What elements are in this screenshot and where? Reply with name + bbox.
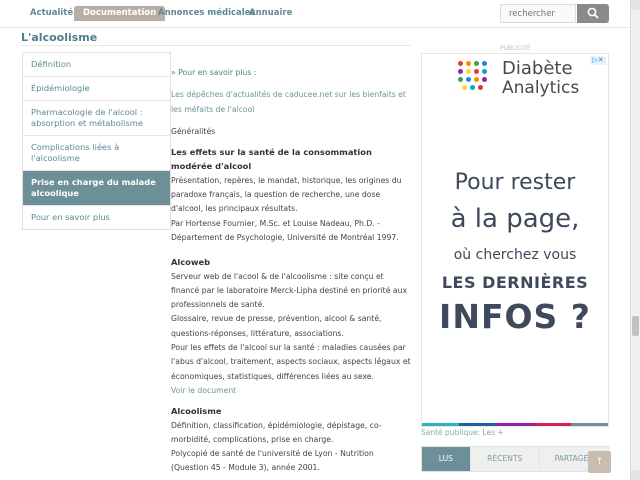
ad-color-stripe <box>422 423 608 426</box>
section-description: Polycopié de santé de l'université de Ly… <box>171 449 374 473</box>
section-author: Par Hortense Fournier, M.Sc. et Louise N… <box>171 218 399 242</box>
section-description: Serveur web de l'acool & de l'alcoolisme… <box>171 271 408 310</box>
title-divider <box>21 45 411 46</box>
voir-document-link[interactable]: Voir le document <box>171 384 411 398</box>
nav-item-annuaire[interactable]: Annuaire <box>240 6 301 21</box>
section-description: Présentation, repères, le mandat, histor… <box>171 175 402 214</box>
sidebar-item-complications[interactable]: Complications liées à l'alcoolisme <box>23 136 170 171</box>
page-title: L'alcoolisme <box>21 31 98 44</box>
arrow-up-icon: ↑ <box>595 457 604 467</box>
ad-subline: LES DERNIÈRES <box>441 273 589 292</box>
sante-publique-link[interactable]: Santé publique: Les + <box>421 428 504 437</box>
scrollbar-thumb[interactable] <box>632 316 639 336</box>
ad-brand-name: Analytics <box>502 78 580 98</box>
generalites-heading: Généralités <box>171 126 216 136</box>
brand-logo-icon <box>458 61 496 95</box>
popular-tabs: LUS RÉCENTS PARTAGÉS <box>421 446 609 472</box>
section-title-alcoolisme[interactable]: Alcoolisme <box>171 404 411 418</box>
section-description: Glossaire, revue de presse, prévention, … <box>171 314 382 338</box>
depeches-link[interactable]: Les dépêches d'actualités de caducee.net… <box>171 88 411 117</box>
sidebar: Définition Épidémiologie Pharmacologie d… <box>22 52 171 230</box>
back-to-top-button[interactable]: ↑ <box>588 451 611 473</box>
ad-headline: Pour rester <box>454 170 576 195</box>
ad-label: PUBLICITÉ <box>500 45 531 52</box>
sidebar-item-definition[interactable]: Définition <box>23 53 170 77</box>
search-icon <box>587 7 599 19</box>
search-input[interactable] <box>500 4 576 23</box>
section-description: Pour les effets de l'alcool sur la santé… <box>171 343 411 381</box>
section-description: Définition, classification, épidémiologi… <box>171 420 382 444</box>
main-content: » Pour en savoir plus : Les dépêches d'a… <box>171 66 411 476</box>
section-title-effets-sante[interactable]: Les effets sur la santé de la consommati… <box>171 145 411 174</box>
sidebar-item-epidemiologie[interactable]: Épidémiologie <box>23 77 170 101</box>
advertisement-banner[interactable]: ▷✕ Diabète Analytics Pour rester à la pa… <box>421 53 609 427</box>
section-title-alcoweb[interactable]: Alcoweb <box>171 255 411 269</box>
more-info-link[interactable]: » Pour en savoir plus : <box>171 66 411 80</box>
page-scrollbar[interactable] <box>630 0 640 480</box>
top-navigation: Actualité Documentation Annonces médical… <box>0 0 630 28</box>
tab-recents[interactable]: RÉCENTS <box>471 447 540 471</box>
ad-subline: où cherchez vous <box>453 247 577 263</box>
sidebar-item-pharmacologie[interactable]: Pharmacologie de l'alcool : absorption e… <box>23 101 170 136</box>
ad-headline: INFOS ? <box>439 297 591 336</box>
nav-item-actualite[interactable]: Actualité <box>21 6 82 21</box>
ad-brand-name: Diabète <box>502 58 573 79</box>
ad-choices-icon[interactable]: ▷✕ <box>590 56 606 65</box>
sidebar-item-prise-en-charge[interactable]: Prise en charge du malade alcoolique <box>23 171 170 206</box>
tab-lus[interactable]: LUS <box>422 447 471 471</box>
search-button[interactable] <box>577 4 609 23</box>
scroll-up-button[interactable] <box>631 0 640 10</box>
ad-headline: à la page, <box>450 204 580 234</box>
scroll-down-button[interactable] <box>631 470 640 480</box>
sidebar-item-pour-en-savoir-plus[interactable]: Pour en savoir plus <box>23 206 170 229</box>
